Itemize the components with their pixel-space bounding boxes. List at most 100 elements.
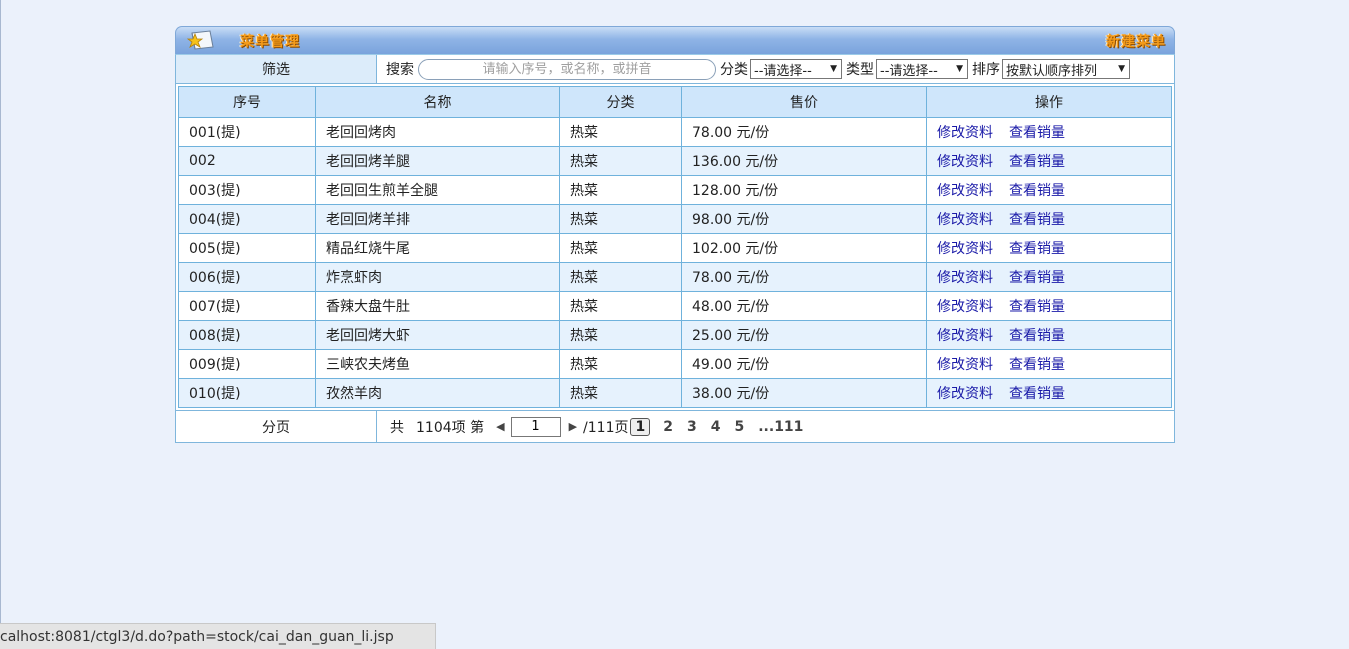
edit-info-link[interactable]: 修改资料	[937, 386, 993, 402]
column-header-category: 分类	[559, 86, 682, 118]
edit-info-link[interactable]: 修改资料	[937, 328, 993, 344]
cell-id: 002	[178, 146, 316, 176]
page-link[interactable]: 3	[687, 419, 697, 435]
page-number-input[interactable]	[510, 416, 561, 437]
table-row: 009(提) 三峡农夫烤鱼 热菜 49.00 元/份 修改资料 查看销量	[178, 349, 1172, 379]
cell-category: 热菜	[559, 349, 682, 379]
view-sales-link[interactable]: 查看销量	[1009, 183, 1065, 199]
dropdown-arrow-icon: ▼	[956, 64, 963, 74]
view-sales-link[interactable]: 查看销量	[1009, 154, 1065, 170]
category-select[interactable]: --请选择-- ▼	[750, 59, 842, 79]
new-menu-button[interactable]: 新建菜单	[1106, 31, 1166, 51]
cell-id: 005(提)	[178, 233, 316, 263]
cell-category: 热菜	[559, 291, 682, 321]
next-page-icon[interactable]: ▶	[569, 420, 577, 433]
sort-label: 排序	[972, 62, 1000, 78]
cell-actions: 修改资料 查看销量	[926, 233, 1172, 263]
cell-actions: 修改资料 查看销量	[926, 378, 1172, 408]
cell-actions: 修改资料 查看销量	[926, 349, 1172, 379]
total-count: 1104项 第	[416, 419, 485, 436]
window-left-border	[0, 0, 1, 649]
cell-price: 38.00 元/份	[681, 378, 927, 408]
cell-id: 001(提)	[178, 117, 316, 147]
panel-title-bar: 菜单管理 新建菜单	[175, 26, 1175, 54]
page-link[interactable]: 4	[711, 419, 721, 435]
menu-table-wrapper: 序号 名称 分类 售价 操作 001(提) 老回回烤肉 热菜 78.00 元/份…	[175, 84, 1175, 411]
cell-name: 老回回烤羊腿	[315, 146, 560, 176]
total-pages: /111页	[583, 419, 629, 436]
edit-info-link[interactable]: 修改资料	[937, 357, 993, 373]
cell-price: 102.00 元/份	[681, 233, 927, 263]
page-link[interactable]: 2	[663, 419, 673, 435]
table-header-row: 序号 名称 分类 售价 操作	[178, 86, 1172, 118]
edit-info-link[interactable]: 修改资料	[937, 241, 993, 257]
cell-id: 006(提)	[178, 262, 316, 292]
filter-label: 筛选	[176, 55, 377, 83]
cell-actions: 修改资料 查看销量	[926, 291, 1172, 321]
edit-info-link[interactable]: 修改资料	[937, 270, 993, 286]
cell-category: 热菜	[559, 117, 682, 147]
view-sales-link[interactable]: 查看销量	[1009, 386, 1065, 402]
view-sales-link[interactable]: 查看销量	[1009, 241, 1065, 257]
column-header-id: 序号	[178, 86, 316, 118]
category-label: 分类	[720, 62, 748, 78]
cell-actions: 修改资料 查看销量	[926, 204, 1172, 234]
cell-actions: 修改资料 查看销量	[926, 262, 1172, 292]
sort-select-value: 按默认顺序排列	[1006, 63, 1098, 79]
cell-id: 008(提)	[178, 320, 316, 350]
cell-category: 热菜	[559, 175, 682, 205]
cell-id: 010(提)	[178, 378, 316, 408]
cell-name: 香辣大盘牛肚	[315, 291, 560, 321]
column-header-name: 名称	[315, 86, 560, 118]
pagination-controls: 共 1104项 第 ◀ ▶ /111页 1 2 3 4 5 ...111	[377, 416, 810, 437]
dropdown-arrow-icon: ▼	[830, 64, 837, 74]
table-row: 010(提) 孜然羊肉 热菜 38.00 元/份 修改资料 查看销量	[178, 378, 1172, 408]
cell-category: 热菜	[559, 378, 682, 408]
page-link-current[interactable]: 1	[630, 417, 651, 436]
column-header-actions: 操作	[926, 86, 1172, 118]
table-row: 005(提) 精品红烧牛尾 热菜 102.00 元/份 修改资料 查看销量	[178, 233, 1172, 263]
search-input[interactable]	[418, 58, 716, 80]
view-sales-link[interactable]: 查看销量	[1009, 212, 1065, 228]
menu-table: 序号 名称 分类 售价 操作 001(提) 老回回烤肉 热菜 78.00 元/份…	[178, 86, 1172, 408]
cell-actions: 修改资料 查看销量	[926, 320, 1172, 350]
view-sales-link[interactable]: 查看销量	[1009, 299, 1065, 315]
view-sales-link[interactable]: 查看销量	[1009, 357, 1065, 373]
cell-id: 003(提)	[178, 175, 316, 205]
cell-name: 老回回烤肉	[315, 117, 560, 147]
cell-price: 128.00 元/份	[681, 175, 927, 205]
prev-page-icon[interactable]: ◀	[496, 420, 504, 433]
type-select[interactable]: --请选择-- ▼	[876, 59, 968, 79]
cell-name: 炸烹虾肉	[315, 262, 560, 292]
pagination-row: 分页 共 1104项 第 ◀ ▶ /111页 1 2 3 4 5 ...111	[175, 411, 1175, 443]
cell-name: 精品红烧牛尾	[315, 233, 560, 263]
view-sales-link[interactable]: 查看销量	[1009, 328, 1065, 344]
cell-name: 老回回生煎羊全腿	[315, 175, 560, 205]
cell-id: 004(提)	[178, 204, 316, 234]
cell-price: 78.00 元/份	[681, 117, 927, 147]
status-url: calhost:8081/ctgl3/d.do?path=stock/cai_d…	[0, 628, 394, 645]
view-sales-link[interactable]: 查看销量	[1009, 125, 1065, 141]
cell-category: 热菜	[559, 146, 682, 176]
cell-price: 136.00 元/份	[681, 146, 927, 176]
edit-info-link[interactable]: 修改资料	[937, 299, 993, 315]
page-link-last[interactable]: ...111	[758, 419, 803, 435]
cell-price: 49.00 元/份	[681, 349, 927, 379]
cell-actions: 修改资料 查看销量	[926, 146, 1172, 176]
page-title: 菜单管理	[240, 34, 300, 50]
cell-price: 98.00 元/份	[681, 204, 927, 234]
cell-name: 老回回烤大虾	[315, 320, 560, 350]
table-row: 007(提) 香辣大盘牛肚 热菜 48.00 元/份 修改资料 查看销量	[178, 291, 1172, 321]
edit-info-link[interactable]: 修改资料	[937, 154, 993, 170]
menu-management-panel: 菜单管理 新建菜单 筛选 搜索 分类 --请选择-- ▼ 类型 --请选择-- …	[175, 26, 1175, 443]
edit-info-link[interactable]: 修改资料	[937, 125, 993, 141]
page-link[interactable]: 5	[734, 419, 744, 435]
cell-price: 25.00 元/份	[681, 320, 927, 350]
edit-info-link[interactable]: 修改资料	[937, 212, 993, 228]
type-label: 类型	[846, 62, 874, 78]
view-sales-link[interactable]: 查看销量	[1009, 270, 1065, 286]
edit-info-link[interactable]: 修改资料	[937, 183, 993, 199]
sort-select[interactable]: 按默认顺序排列 ▼	[1002, 59, 1130, 79]
column-header-price: 售价	[681, 86, 927, 118]
table-row: 004(提) 老回回烤羊排 热菜 98.00 元/份 修改资料 查看销量	[178, 204, 1172, 234]
